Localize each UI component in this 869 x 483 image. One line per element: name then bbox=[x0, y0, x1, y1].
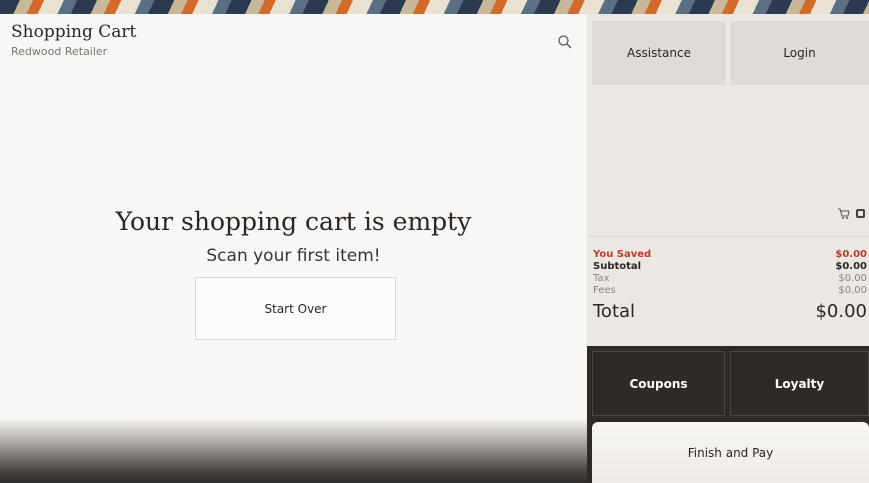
fees-row: Fees $0.00 bbox=[593, 285, 867, 297]
toggle-icon[interactable] bbox=[856, 208, 865, 218]
saved-row: You Saved $0.00 bbox=[593, 249, 867, 261]
total-row: Total $0.00 bbox=[593, 301, 867, 323]
totals-summary: You Saved $0.00 Subtotal $0.00 Tax $0.00… bbox=[593, 249, 867, 323]
empty-cart-title: Your shopping cart is empty bbox=[115, 207, 472, 236]
bottom-shade bbox=[0, 420, 587, 483]
empty-cart-subtitle: Scan your first item! bbox=[206, 246, 381, 266]
tax-row: Tax $0.00 bbox=[593, 273, 867, 285]
coupons-button[interactable]: Coupons bbox=[592, 351, 725, 416]
decorative-banner bbox=[0, 0, 869, 14]
search-icon bbox=[558, 35, 572, 49]
total-label: Total bbox=[593, 301, 636, 322]
subtotal-value: $0.00 bbox=[835, 261, 867, 272]
divider bbox=[587, 236, 869, 237]
action-panel: Coupons Loyalty Finish and Pay bbox=[587, 346, 869, 483]
fees-label: Fees bbox=[593, 285, 616, 296]
store-name: Redwood Retailer bbox=[11, 45, 108, 58]
assistance-button[interactable]: Assistance bbox=[592, 21, 726, 85]
side-panel: Assistance Login You Saved $0.00 Subtota… bbox=[587, 14, 869, 483]
saved-value: $0.00 bbox=[835, 249, 867, 260]
login-button[interactable]: Login bbox=[730, 21, 869, 85]
page-title: Shopping Cart bbox=[11, 22, 137, 42]
start-over-button[interactable]: Start Over bbox=[195, 277, 396, 340]
tax-value: $0.00 bbox=[838, 273, 867, 284]
finish-and-pay-button[interactable]: Finish and Pay bbox=[592, 422, 869, 483]
cart-icon-group bbox=[837, 206, 865, 220]
cart-panel: Shopping Cart Redwood Retailer Your shop… bbox=[0, 14, 587, 483]
loyalty-button[interactable]: Loyalty bbox=[730, 351, 869, 416]
search-button[interactable] bbox=[557, 34, 573, 50]
total-value: $0.00 bbox=[815, 301, 867, 322]
fees-value: $0.00 bbox=[838, 285, 867, 296]
tax-label: Tax bbox=[593, 273, 610, 284]
saved-label: You Saved bbox=[593, 249, 652, 260]
cart-icon bbox=[838, 208, 850, 219]
subtotal-label: Subtotal bbox=[593, 261, 642, 272]
subtotal-row: Subtotal $0.00 bbox=[593, 261, 867, 273]
